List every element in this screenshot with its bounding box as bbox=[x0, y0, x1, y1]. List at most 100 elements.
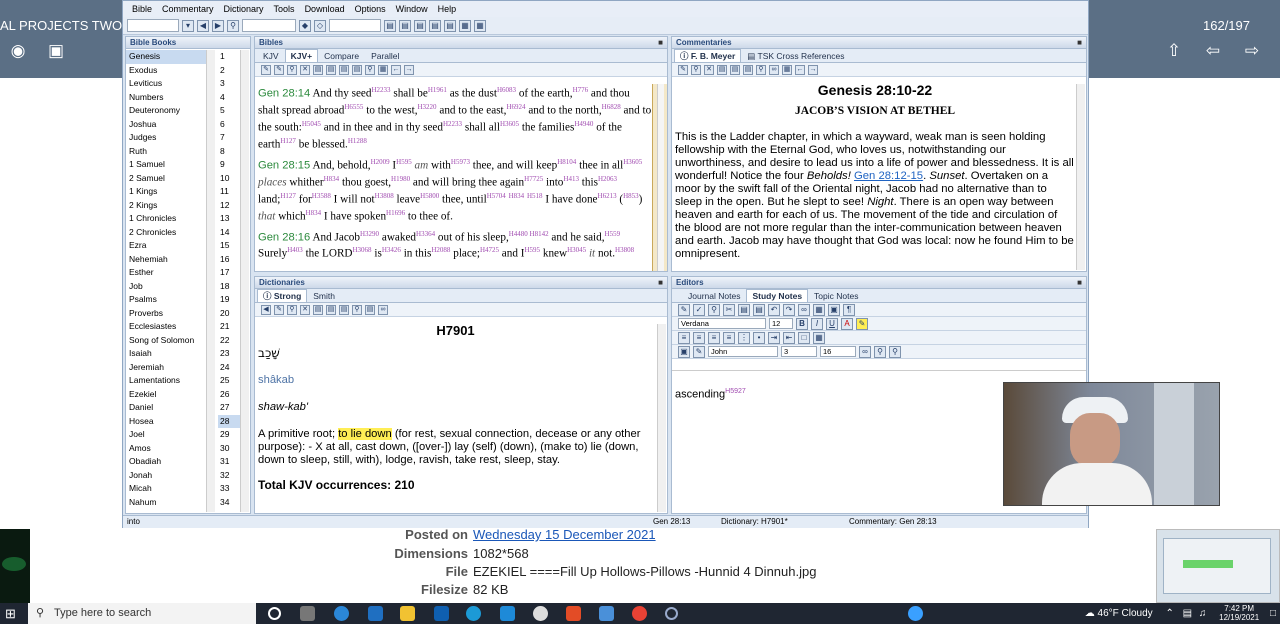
verse[interactable]: Gen 28:14 And thy seedH2233 shall beH196… bbox=[258, 84, 652, 152]
align-right-icon[interactable]: ≡ bbox=[708, 331, 720, 344]
layout-5-icon[interactable]: ▤ bbox=[444, 19, 456, 32]
back-icon[interactable]: ◀ bbox=[197, 19, 209, 32]
view-icon[interactable]: ▦ bbox=[378, 64, 388, 75]
grid-icon[interactable]: ▦ bbox=[459, 19, 471, 32]
chapter-item[interactable]: 5 bbox=[218, 104, 240, 118]
strongs-link[interactable]: H2088 bbox=[431, 246, 450, 254]
task-view-icon[interactable] bbox=[300, 606, 315, 621]
spell-icon[interactable]: ✓ bbox=[693, 303, 705, 316]
chrome-icon[interactable] bbox=[632, 606, 647, 621]
module-select[interactable] bbox=[329, 19, 381, 32]
view-icon[interactable]: ▦ bbox=[782, 64, 792, 75]
book-item[interactable]: Isaiah bbox=[126, 347, 206, 361]
forward-icon[interactable]: ▶ bbox=[212, 19, 224, 32]
italic-icon[interactable]: I bbox=[811, 317, 823, 330]
tab-tsk[interactable]: ▤ TSK Cross References bbox=[741, 49, 850, 62]
paragraph-icon[interactable]: ¶ bbox=[843, 303, 855, 316]
book-item[interactable]: Judges bbox=[126, 131, 206, 145]
volume-icon[interactable]: ♫ bbox=[1199, 608, 1207, 619]
network-icon[interactable]: ▤ bbox=[1183, 608, 1192, 619]
cortana-icon[interactable] bbox=[268, 607, 281, 620]
number-select-2[interactable]: 16 bbox=[820, 346, 856, 357]
format-icon[interactable]: ▤ bbox=[352, 64, 362, 75]
book-item[interactable]: 2 Kings bbox=[126, 199, 206, 213]
strongs-link[interactable]: H4725 bbox=[480, 246, 499, 254]
strongs-link[interactable]: H3045 bbox=[567, 246, 586, 254]
book-item[interactable]: Jonah bbox=[126, 469, 206, 483]
back-icon[interactable]: ◀ bbox=[261, 304, 271, 315]
bible-scrollbar[interactable] bbox=[657, 84, 664, 271]
chapter-item[interactable]: 17 bbox=[218, 266, 240, 280]
chapter-item[interactable]: 32 bbox=[218, 469, 240, 483]
tab-topic-notes[interactable]: Topic Notes bbox=[808, 289, 864, 302]
find-icon[interactable]: ⚲ bbox=[708, 303, 720, 316]
pin-icon[interactable]: ■ bbox=[1077, 277, 1082, 289]
chapter-scrollbar[interactable] bbox=[240, 50, 249, 512]
link-icon[interactable]: ∞ bbox=[798, 303, 810, 316]
book-item[interactable]: Obadiah bbox=[126, 455, 206, 469]
table-icon[interactable]: ▦ bbox=[813, 303, 825, 316]
sync-forward-icon[interactable]: → bbox=[404, 64, 414, 75]
strongs-link[interactable]: H518 bbox=[527, 192, 543, 200]
ruler[interactable] bbox=[672, 359, 1086, 371]
strongs-link[interactable]: H595 bbox=[524, 246, 540, 254]
bible-side-toolbar[interactable] bbox=[652, 84, 667, 271]
verse[interactable]: Gen 28:15 And, behold,H2009 IH595 am wit… bbox=[258, 156, 652, 224]
chapter-item[interactable]: 9 bbox=[218, 158, 240, 172]
print-icon[interactable]: ▤ bbox=[313, 304, 323, 315]
chapter-item[interactable]: 7 bbox=[218, 131, 240, 145]
strongs-link[interactable]: H3588 bbox=[312, 192, 331, 200]
strongs-link[interactable]: H2063 bbox=[598, 175, 617, 183]
link-icon[interactable]: ∞ bbox=[378, 304, 388, 315]
chapter-item[interactable]: 18 bbox=[218, 280, 240, 294]
strongs-link[interactable]: H403 bbox=[287, 246, 303, 254]
book-item[interactable]: Lamentations bbox=[126, 374, 206, 388]
tab-journal-notes[interactable]: Journal Notes bbox=[682, 289, 746, 302]
paste-icon[interactable]: ▤ bbox=[339, 64, 349, 75]
copy-icon[interactable]: ▤ bbox=[738, 303, 750, 316]
tab-kjv[interactable]: KJV bbox=[257, 49, 285, 62]
bible-text[interactable]: Gen 28:14 And thy seedH2233 shall beH196… bbox=[257, 84, 652, 271]
strongs-link[interactable]: H3808 bbox=[375, 192, 394, 200]
next-arrow-icon[interactable]: ⇨ bbox=[1242, 42, 1262, 60]
chapter-item[interactable]: 10 bbox=[218, 172, 240, 186]
book-item[interactable]: 2 Chronicles bbox=[126, 226, 206, 240]
strongs-link[interactable]: H6555 bbox=[344, 103, 363, 111]
book-item[interactable]: 2 Samuel bbox=[126, 172, 206, 186]
layout-1-icon[interactable]: ▤ bbox=[384, 19, 396, 32]
find-icon[interactable]: ⚲ bbox=[874, 345, 886, 358]
sync-back-icon[interactable]: ← bbox=[391, 64, 401, 75]
book-item[interactable]: 1 Kings bbox=[126, 185, 206, 199]
strongs-link[interactable]: H3808 bbox=[615, 246, 634, 254]
commentary-scrollbar[interactable] bbox=[1076, 84, 1085, 270]
tab-parallel[interactable]: Parallel bbox=[365, 49, 405, 62]
tab-smith[interactable]: Smith bbox=[307, 289, 341, 302]
chapter-item[interactable]: 25 bbox=[218, 374, 240, 388]
text-color-icon[interactable]: A bbox=[841, 317, 853, 330]
store-icon[interactable] bbox=[368, 606, 383, 621]
strongs-link[interactable]: H776 bbox=[573, 86, 589, 94]
author-select[interactable]: John bbox=[708, 346, 778, 357]
dictionary-text[interactable]: H7901 שָׁכַב shâkab shaw-kab' A primitiv… bbox=[258, 324, 653, 512]
strongs-link[interactable]: H5045 bbox=[302, 120, 321, 128]
bold-icon[interactable]: B bbox=[796, 317, 808, 330]
highlight-icon[interactable]: ✎ bbox=[856, 317, 868, 330]
copy-icon[interactable]: ▤ bbox=[730, 64, 740, 75]
book-item[interactable]: Ezekiel bbox=[126, 388, 206, 402]
help-icon[interactable] bbox=[908, 606, 923, 621]
menu-download[interactable]: Download bbox=[300, 4, 350, 14]
book-item[interactable]: Deuteronomy bbox=[126, 104, 206, 118]
strongs-link[interactable]: H6828 bbox=[602, 103, 621, 111]
book-item[interactable]: Ecclesiastes bbox=[126, 320, 206, 334]
chapter-item[interactable]: 12 bbox=[218, 199, 240, 213]
edit-icon[interactable]: ✎ bbox=[261, 64, 271, 75]
menu-tools[interactable]: Tools bbox=[269, 4, 300, 14]
tab-study-notes[interactable]: Study Notes bbox=[746, 289, 809, 302]
strongs-link[interactable]: H595 bbox=[396, 158, 412, 166]
layout-3-icon[interactable]: ▤ bbox=[414, 19, 426, 32]
close-icon[interactable]: ✕ bbox=[300, 64, 310, 75]
book-item[interactable]: Jeremiah bbox=[126, 361, 206, 375]
clock[interactable]: 7:42 PM 12/19/2021 bbox=[1219, 604, 1259, 622]
strongs-link[interactable]: H1980 bbox=[391, 175, 410, 183]
book-item[interactable]: 1 Chronicles bbox=[126, 212, 206, 226]
